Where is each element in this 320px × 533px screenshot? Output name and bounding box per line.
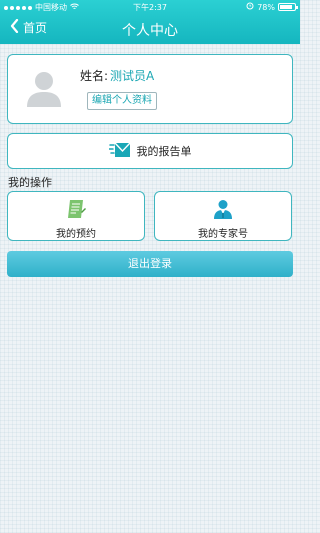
appointment-label: 我的预约 [56,229,96,240]
appointment-button[interactable]: 我的预约 [7,191,145,241]
page-title: 个人中心 [122,23,178,39]
expert-icon [212,198,234,224]
expert-label: 我的专家号 [198,229,248,240]
report-button[interactable]: 我的报告单 [7,133,293,169]
battery-percent: 78% [257,2,275,12]
top-bar: 中国移动 下午2:37 78% 首页 个人中心 [0,0,300,44]
alarm-icon [246,2,254,12]
expert-number-button[interactable]: 我的专家号 [154,191,292,241]
name-label: 姓名: [80,69,109,83]
operations-heading: 我的操作 [8,176,52,189]
battery-icon [278,3,298,11]
name-row: 姓名: 测试员A [80,67,154,84]
profile-card: 姓名: 测试员A 编辑个人资料 [7,54,293,124]
name-value: 测试员A [110,69,155,83]
edit-profile-button[interactable]: 编辑个人资料 [87,92,157,110]
avatar [22,67,66,111]
status-bar: 中国移动 下午2:37 78% [0,0,300,14]
report-label: 我的报告单 [136,145,192,158]
nav-bar: 首页 个人中心 [0,14,300,44]
report-icon [107,142,131,161]
logout-button[interactable]: 退出登录 [7,251,293,277]
appointment-icon [65,198,87,224]
